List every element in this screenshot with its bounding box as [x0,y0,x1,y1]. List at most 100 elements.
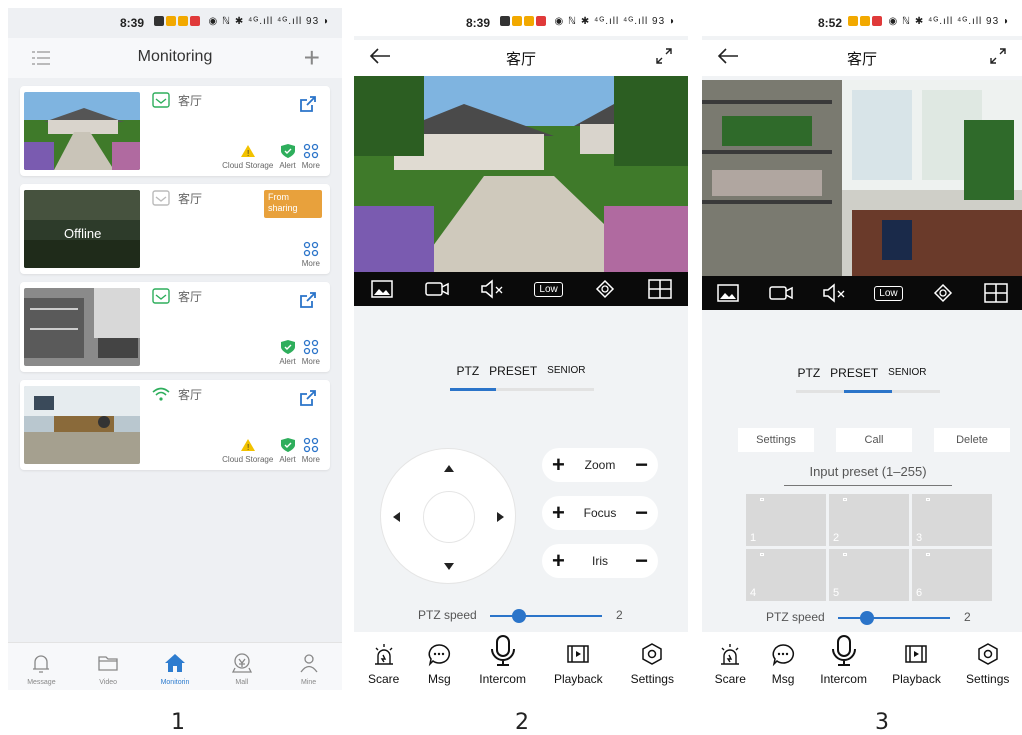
preset-delete-button[interactable]: Delete [934,428,1010,452]
share-icon[interactable] [298,94,318,114]
ptz-joystick[interactable] [380,448,516,584]
device-card[interactable]: 客厅 ! Cloud Storage Alert More [20,86,330,176]
tab-mall[interactable]: Mall [212,643,272,690]
preset-slot[interactable]: 4 [746,549,826,601]
office-thumbnail[interactable] [24,386,140,464]
preset-slot[interactable]: 2 [829,494,909,546]
tab-mine[interactable]: Mine [279,643,339,690]
up-arrow-icon[interactable] [444,465,454,472]
preset-slot[interactable]: 6 [912,549,992,601]
preset-slot[interactable]: 1 [746,494,826,546]
more-button[interactable]: More [302,437,320,464]
offline-thumbnail[interactable]: Offline [24,190,140,268]
tab-ptz[interactable]: PTZ [797,366,820,380]
zoom-in-button[interactable]: + [552,454,565,476]
tab-monitoring[interactable]: Monitorin [145,643,205,690]
share-icon[interactable] [298,388,318,408]
split-view-icon[interactable] [647,278,673,300]
cloud-storage-button[interactable]: ! Cloud Storage [222,437,273,464]
settings-button[interactable]: Settings [966,642,1009,686]
rotate-icon[interactable] [930,282,956,304]
more-button[interactable]: More [302,241,320,268]
record-icon[interactable] [424,278,450,300]
live-video[interactable] [354,76,688,272]
more-button[interactable]: More [302,143,320,170]
settings-button[interactable]: Settings [631,642,674,686]
more-button[interactable]: More [302,339,320,366]
msg-button[interactable]: Msg [427,642,451,686]
mute-icon[interactable] [821,282,847,304]
preset-call-button[interactable]: Call [836,428,912,452]
device-card[interactable]: Offline 客厅 From sharing More [20,184,330,274]
intercom-button[interactable]: Intercom [479,634,526,686]
garden-thumbnail[interactable] [24,92,140,170]
iris-close-button[interactable]: − [635,550,648,572]
left-arrow-icon[interactable] [393,512,400,522]
tab-preset[interactable]: PRESET [830,366,878,380]
quality-toggle[interactable]: Low [534,281,563,297]
playback-button[interactable]: Playback [892,642,941,686]
share-icon[interactable] [298,290,318,310]
preset-slot[interactable]: 5 [829,549,909,601]
action-label: Scare [714,672,746,686]
focus-in-button[interactable]: + [552,502,565,524]
preset-input[interactable]: Input preset (1–255) [784,464,952,486]
scare-button[interactable]: Scare [715,642,746,686]
tab-video[interactable]: Video [78,643,138,690]
preset-settings-button[interactable]: Settings [738,428,814,452]
alert-button[interactable]: Alert [279,437,296,464]
monitoring-header: Monitoring + [8,38,342,78]
speed-slider-knob[interactable] [860,611,874,625]
ptz-speed: PTZ speed 2 [354,606,688,626]
record-icon[interactable] [768,282,794,304]
status-right: ◉ ℕ ✱ ⁴ᴳ.ıll ⁴ᴳ.ıll 93 ◗ [208,16,330,27]
room-bw-thumbnail[interactable] [24,288,140,366]
preset-number: 6 [916,587,923,599]
split-view-icon[interactable] [983,282,1009,304]
tab-message[interactable]: Message [11,643,71,690]
device-card[interactable]: 客厅 Alert More [20,282,330,372]
card-actions: More [302,241,320,268]
zoom-out-button[interactable]: − [635,454,648,476]
tab-senior[interactable]: SENIOR [547,364,585,378]
add-device-icon[interactable]: + [304,44,320,72]
speed-slider-track[interactable] [838,617,950,619]
fullscreen-icon[interactable] [988,46,1008,66]
tab-ptz[interactable]: PTZ [456,364,479,378]
status-right: ◉ ℕ ✱ ⁴ᴳ.ıll ⁴ᴳ.ıll 93 ◗ [888,16,1010,27]
rotate-icon[interactable] [592,278,618,300]
iris-open-button[interactable]: + [552,550,565,572]
msg-button[interactable]: Msg [771,642,795,686]
cloud-storage-button[interactable]: ! Cloud Storage [222,143,273,170]
preset-number: 1 [750,532,757,544]
preset-number: 4 [750,587,757,599]
intercom-button[interactable]: Intercom [820,634,867,686]
folder-icon [98,656,118,671]
alert-button[interactable]: Alert [279,339,296,366]
page-title: Monitoring [137,48,213,65]
screenshot-icon[interactable] [715,282,741,304]
right-arrow-icon[interactable] [497,512,504,522]
zoom-label: Zoom [584,458,616,472]
alert-button[interactable]: Alert [279,143,296,170]
focus-label: Focus [583,506,617,520]
tab-preset[interactable]: PRESET [489,364,537,378]
grid-more-icon [303,241,319,257]
fullscreen-icon[interactable] [654,46,674,66]
focus-out-button[interactable]: − [635,502,648,524]
playback-button[interactable]: Playback [554,642,603,686]
warning-icon: ! [240,439,255,452]
speed-slider-knob[interactable] [512,609,526,623]
device-card[interactable]: 客厅 ! Cloud Storage Alert More [20,380,330,470]
joystick-center[interactable] [423,491,475,543]
wired-network-icon [152,92,170,108]
preset-slot[interactable]: 3 [912,494,992,546]
quality-toggle[interactable]: Low [874,285,903,301]
tab-senior[interactable]: SENIOR [888,366,926,380]
live-video[interactable] [702,80,1022,276]
down-arrow-icon[interactable] [444,563,454,570]
screenshot-icon[interactable] [369,278,395,300]
mute-icon[interactable] [479,278,505,300]
speed-slider-track[interactable] [490,615,602,617]
scare-button[interactable]: Scare [368,642,399,686]
